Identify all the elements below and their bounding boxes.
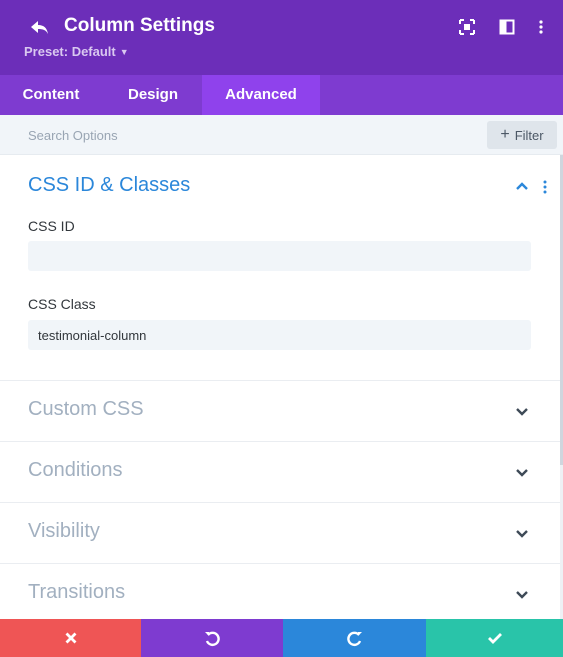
- caret-down-icon: ▼: [119, 47, 129, 57]
- back-arrow-icon[interactable]: [28, 16, 52, 40]
- tab-design[interactable]: Design: [102, 75, 204, 115]
- section-title-custom-css: Custom CSS: [28, 398, 144, 420]
- section-title-transitions: Transitions: [28, 581, 126, 603]
- undo-button[interactable]: [141, 619, 283, 657]
- preset-dropdown[interactable]: Preset: Default ▼: [24, 44, 129, 59]
- redo-icon: [346, 631, 362, 647]
- tab-bar: Content Design Advanced: [0, 75, 563, 115]
- plus-icon: +: [500, 126, 510, 143]
- tab-advanced[interactable]: Advanced: [202, 75, 320, 115]
- section-title-css-id-classes[interactable]: CSS ID & Classes: [28, 174, 190, 197]
- section-transitions[interactable]: Transitions: [0, 564, 560, 619]
- chevron-down-icon: [516, 530, 528, 538]
- section-conditions[interactable]: Conditions: [0, 442, 560, 503]
- css-id-field[interactable]: [28, 241, 531, 271]
- settings-header: Column Settings Preset: Default ▼: [0, 0, 563, 75]
- redo-button[interactable]: [283, 619, 426, 657]
- close-icon: [65, 632, 76, 644]
- more-options-icon[interactable]: [533, 18, 549, 36]
- tab-content[interactable]: Content: [0, 75, 102, 115]
- filter-button[interactable]: + Filter: [487, 121, 557, 149]
- filter-label: Filter: [514, 127, 544, 143]
- action-bar: [0, 619, 563, 657]
- settings-content: CSS ID & Classes CSS ID CSS Class Custom…: [0, 155, 563, 619]
- section-menu-icon[interactable]: [538, 179, 552, 195]
- fullscreen-icon[interactable]: [459, 18, 475, 36]
- css-class-label: CSS Class: [28, 296, 96, 312]
- chevron-up-icon[interactable]: [514, 179, 530, 193]
- section-css-id-classes: CSS ID & Classes CSS ID CSS Class: [0, 155, 560, 381]
- discard-button[interactable]: [0, 619, 141, 657]
- css-class-field[interactable]: [28, 320, 531, 350]
- section-visibility[interactable]: Visibility: [0, 503, 560, 564]
- check-icon: [487, 633, 502, 644]
- preset-label: Preset: Default: [24, 44, 116, 59]
- section-custom-css[interactable]: Custom CSS: [0, 381, 560, 442]
- chevron-down-icon: [516, 591, 528, 599]
- css-id-label: CSS ID: [28, 218, 75, 234]
- section-title-conditions: Conditions: [28, 459, 123, 481]
- save-button[interactable]: [426, 619, 563, 657]
- sidebar-layout-icon[interactable]: [499, 18, 515, 36]
- undo-icon: [205, 631, 220, 647]
- page-title: Column Settings: [64, 15, 215, 36]
- chevron-down-icon: [516, 408, 528, 416]
- section-title-visibility: Visibility: [28, 520, 100, 542]
- search-bar: + Filter: [0, 115, 563, 155]
- chevron-down-icon: [516, 469, 528, 477]
- search-input[interactable]: [0, 115, 480, 155]
